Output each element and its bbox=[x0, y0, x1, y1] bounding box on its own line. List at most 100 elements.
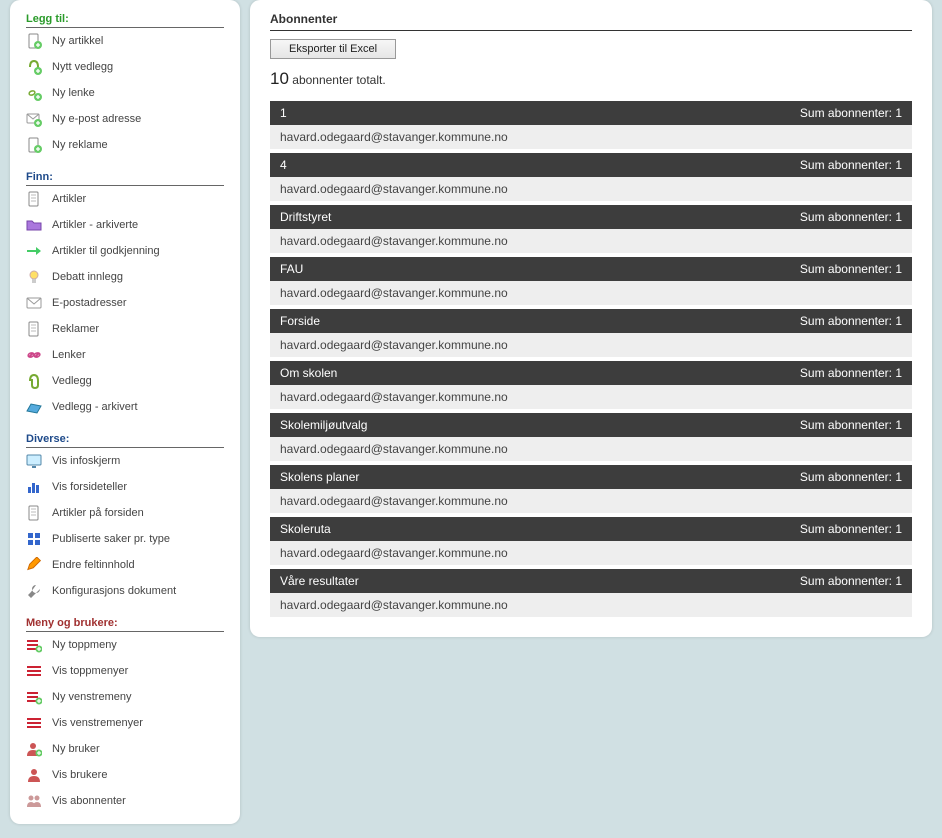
menu-icon bbox=[26, 715, 42, 731]
group-header: Skolens planer Sum abonnenter: 1 bbox=[270, 465, 912, 489]
sidebar-item-artikler-p-forsiden[interactable]: Artikler på forsiden bbox=[26, 500, 224, 526]
sidebar-item-label: Lenker bbox=[52, 349, 86, 361]
group-name: 1 bbox=[280, 106, 287, 120]
screen-icon bbox=[26, 453, 42, 469]
group-sum: Sum abonnenter: 1 bbox=[800, 210, 902, 224]
pencil-icon bbox=[26, 557, 42, 573]
group-name: Skoleruta bbox=[280, 522, 331, 536]
subscriber-email: havard.odegaard@stavanger.kommune.no bbox=[270, 541, 912, 565]
group-sum: Sum abonnenter: 1 bbox=[800, 314, 902, 328]
group-sum: Sum abonnenter: 1 bbox=[800, 106, 902, 120]
sidebar-item-label: Vedlegg bbox=[52, 375, 92, 387]
sidebar-item-vis-venstremenyer[interactable]: Vis venstremenyer bbox=[26, 710, 224, 736]
group-header: FAUSum abonnenter: 1 bbox=[270, 257, 912, 281]
sidebar-item-debatt-innlegg[interactable]: Debatt innlegg bbox=[26, 264, 224, 290]
sidebar-item-vis-infoskjerm[interactable]: Vis infoskjerm bbox=[26, 448, 224, 474]
group-name: 4 bbox=[280, 158, 287, 172]
sidebar-item-artikler[interactable]: Artikler bbox=[26, 186, 224, 212]
sidebar-item-label: Artikler på forsiden bbox=[52, 507, 144, 519]
totals-suffix: abonnenter totalt. bbox=[292, 73, 385, 87]
doc-plus-icon bbox=[26, 33, 42, 49]
sidebar-item-vis-forsideteller[interactable]: Vis forsideteller bbox=[26, 474, 224, 500]
group-name: Skolens planer bbox=[280, 470, 359, 484]
sidebar-item-vedlegg-arkivert[interactable]: Vedlegg - arkivert bbox=[26, 394, 224, 420]
link-icon bbox=[26, 347, 42, 363]
export-excel-button[interactable]: Eksporter til Excel bbox=[270, 39, 396, 59]
sidebar-item-vis-abonnenter[interactable]: Vis abonnenter bbox=[26, 788, 224, 814]
approve-icon bbox=[26, 243, 42, 259]
menu-plus-icon bbox=[26, 637, 42, 653]
group-header: Skolemiljøutvalg Sum abonnenter: 1 bbox=[270, 413, 912, 437]
group-header: Om skolen Sum abonnenter: 1 bbox=[270, 361, 912, 385]
sidebar-item-endre-feltinnhold[interactable]: Endre feltinnhold bbox=[26, 552, 224, 578]
doc-icon bbox=[26, 505, 42, 521]
sidebar-item-artikler-til-godkjenning[interactable]: Artikler til godkjenning bbox=[26, 238, 224, 264]
subscriber-email: havard.odegaard@stavanger.kommune.no bbox=[270, 489, 912, 513]
sidebar-item-label: Ny lenke bbox=[52, 87, 95, 99]
sidebar-section-header: Meny og brukere: bbox=[26, 614, 224, 632]
archive-icon bbox=[26, 399, 42, 415]
mail-plus-icon bbox=[26, 111, 42, 127]
sidebar-item-ny-artikkel[interactable]: Ny artikkel bbox=[26, 28, 224, 54]
subscriber-email: havard.odegaard@stavanger.kommune.no bbox=[270, 281, 912, 305]
sidebar-item-e-postadresser[interactable]: E-postadresser bbox=[26, 290, 224, 316]
group-header: Skoleruta Sum abonnenter: 1 bbox=[270, 517, 912, 541]
user-plus-icon bbox=[26, 741, 42, 757]
group-sum: Sum abonnenter: 1 bbox=[800, 522, 902, 536]
group-sum: Sum abonnenter: 1 bbox=[800, 470, 902, 484]
sidebar-item-vis-brukere[interactable]: Vis brukere bbox=[26, 762, 224, 788]
sidebar-item-label: Ny reklame bbox=[52, 139, 108, 151]
sidebar-item-nytt-vedlegg[interactable]: Nytt vedlegg bbox=[26, 54, 224, 80]
totals-count: 10 bbox=[270, 69, 289, 88]
bars-icon bbox=[26, 479, 42, 495]
sidebar-item-label: Debatt innlegg bbox=[52, 271, 123, 283]
sidebar-item-konfigurasjons-dokument[interactable]: Konfigurasjons dokument bbox=[26, 578, 224, 604]
sidebar-item-ny-venstremeny[interactable]: Ny venstremeny bbox=[26, 684, 224, 710]
group-sum: Sum abonnenter: 1 bbox=[800, 262, 902, 276]
sidebar-item-ny-e-post-adresse[interactable]: Ny e-post adresse bbox=[26, 106, 224, 132]
sidebar-item-vis-toppmenyer[interactable]: Vis toppmenyer bbox=[26, 658, 224, 684]
group-name: Forside bbox=[280, 314, 320, 328]
group-sum: Sum abonnenter: 1 bbox=[800, 158, 902, 172]
link-plus-icon bbox=[26, 85, 42, 101]
users-icon bbox=[26, 793, 42, 809]
subscriber-email: havard.odegaard@stavanger.kommune.no bbox=[270, 177, 912, 201]
subscriber-email: havard.odegaard@stavanger.kommune.no bbox=[270, 385, 912, 409]
group-name: Om skolen bbox=[280, 366, 337, 380]
sidebar-item-lenker[interactable]: Lenker bbox=[26, 342, 224, 368]
sidebar-item-label: Vis brukere bbox=[52, 769, 107, 781]
sidebar-item-vedlegg[interactable]: Vedlegg bbox=[26, 368, 224, 394]
sidebar-item-ny-lenke[interactable]: Ny lenke bbox=[26, 80, 224, 106]
sidebar-item-ny-bruker[interactable]: Ny bruker bbox=[26, 736, 224, 762]
group-name: Skolemiljøutvalg bbox=[280, 418, 367, 432]
sidebar-item-label: Ny e-post adresse bbox=[52, 113, 141, 125]
doc-icon bbox=[26, 191, 42, 207]
sidebar-section-header: Diverse: bbox=[26, 430, 224, 448]
sidebar-item-label: Ny bruker bbox=[52, 743, 100, 755]
attach-plus-icon bbox=[26, 59, 42, 75]
sidebar-item-publiserte-saker-pr-type[interactable]: Publiserte saker pr. type bbox=[26, 526, 224, 552]
group-name: Våre resultater bbox=[280, 574, 359, 588]
sidebar-item-ny-reklame[interactable]: Ny reklame bbox=[26, 132, 224, 158]
menu-icon bbox=[26, 663, 42, 679]
sidebar-item-label: Vis abonnenter bbox=[52, 795, 126, 807]
sidebar-item-label: Ny venstremeny bbox=[52, 691, 131, 703]
sidebar-section-header: Legg til: bbox=[26, 10, 224, 28]
sidebar-item-ny-toppmeny[interactable]: Ny toppmeny bbox=[26, 632, 224, 658]
sidebar-item-label: Endre feltinnhold bbox=[52, 559, 135, 571]
sidebar-item-artikler-arkiverte[interactable]: Artikler - arkiverte bbox=[26, 212, 224, 238]
group-sum: Sum abonnenter: 1 bbox=[800, 418, 902, 432]
sidebar-item-label: Artikler - arkiverte bbox=[52, 219, 138, 231]
sidebar-item-label: Vedlegg - arkivert bbox=[52, 401, 138, 413]
group-sum: Sum abonnenter: 1 bbox=[800, 366, 902, 380]
group-header: 4 Sum abonnenter: 1 bbox=[270, 153, 912, 177]
grid-icon bbox=[26, 531, 42, 547]
sidebar: Legg til:Ny artikkel Nytt vedlegg Ny lenke… bbox=[10, 0, 240, 824]
sidebar-item-reklamer[interactable]: Reklamer bbox=[26, 316, 224, 342]
subscriber-email: havard.odegaard@stavanger.kommune.no bbox=[270, 229, 912, 253]
sidebar-item-label: Vis forsideteller bbox=[52, 481, 127, 493]
sidebar-item-label: Nytt vedlegg bbox=[52, 61, 113, 73]
sidebar-item-label: Vis infoskjerm bbox=[52, 455, 120, 467]
doc-plus-icon bbox=[26, 137, 42, 153]
menu-plus-icon bbox=[26, 689, 42, 705]
